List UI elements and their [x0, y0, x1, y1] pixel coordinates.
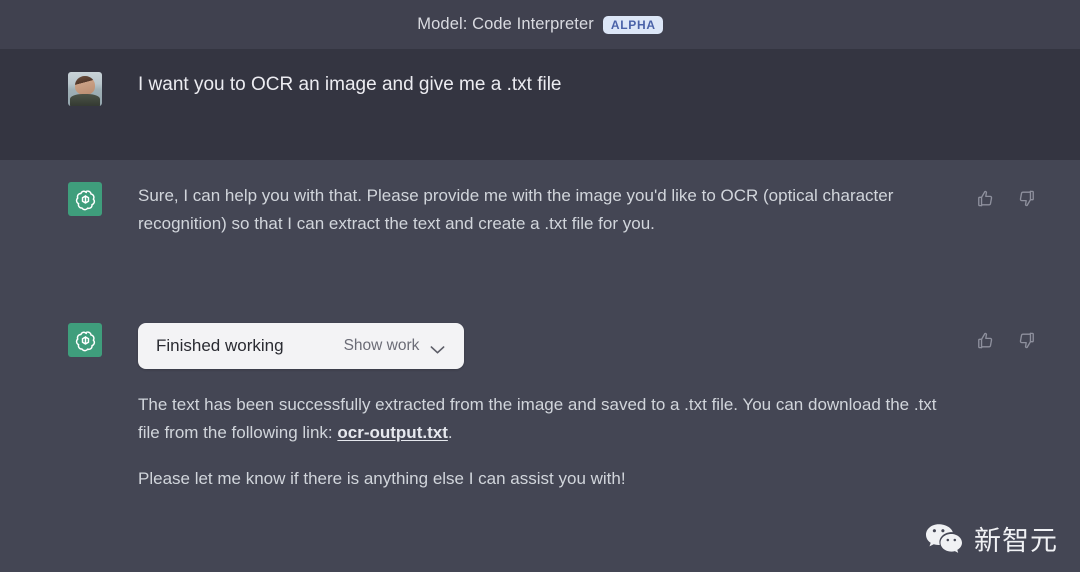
avatar — [68, 72, 102, 106]
chevron-down-icon[interactable] — [430, 342, 445, 354]
chat-app: Model: Code Interpreter ALPHA I want you… — [0, 0, 1080, 572]
ocr-output-link[interactable]: ocr-output.txt — [337, 423, 447, 442]
assistant-paragraph: Please let me know if there is anything … — [138, 469, 626, 489]
avatar — [68, 182, 102, 216]
thumbs-down-icon[interactable] — [1017, 189, 1036, 208]
openai-logo-icon — [74, 329, 97, 352]
thumbs-up-icon[interactable] — [976, 189, 995, 208]
thumbs-up-icon[interactable] — [976, 331, 995, 350]
header-bar: Model: Code Interpreter ALPHA — [0, 0, 1080, 49]
user-message-text: I want you to OCR an image and give me a… — [138, 74, 562, 95]
message-turn-assistant-2: Finished working Show work The text has … — [0, 301, 1080, 572]
model-title: Model: Code Interpreter — [417, 15, 594, 33]
thumbs-down-icon[interactable] — [1017, 331, 1036, 350]
message-turn-assistant-1: Sure, I can help you with that. Please p… — [0, 160, 1080, 301]
message-body: Finished working Show work The text has … — [102, 323, 1080, 572]
show-work-toggle[interactable]: Show work — [344, 337, 446, 355]
show-work-label: Show work — [343, 337, 420, 354]
work-status-label: Finished working — [156, 336, 284, 355]
finished-working-panel[interactable]: Finished working Show work — [138, 323, 465, 369]
paragraph-text-before-link: The text has been successfully extracted… — [138, 395, 937, 442]
alpha-badge: ALPHA — [602, 15, 663, 34]
paragraph-text-after-link: . — [447, 422, 453, 442]
assistant-paragraph: Sure, I can help you with that. Please p… — [138, 186, 894, 233]
feedback-controls — [976, 331, 1036, 350]
message-turn-user: I want you to OCR an image and give me a… — [0, 49, 1080, 160]
avatar — [68, 323, 102, 357]
assistant-paragraph-with-link: The text has been successfully extracted… — [138, 391, 950, 446]
message-body: I want you to OCR an image and give me a… — [102, 71, 1080, 160]
feedback-controls — [976, 189, 1036, 208]
conversation-thread: I want you to OCR an image and give me a… — [0, 49, 1080, 572]
openai-logo-icon — [74, 188, 97, 211]
user-photo-avatar — [68, 72, 102, 106]
message-body: Sure, I can help you with that. Please p… — [102, 182, 1080, 301]
